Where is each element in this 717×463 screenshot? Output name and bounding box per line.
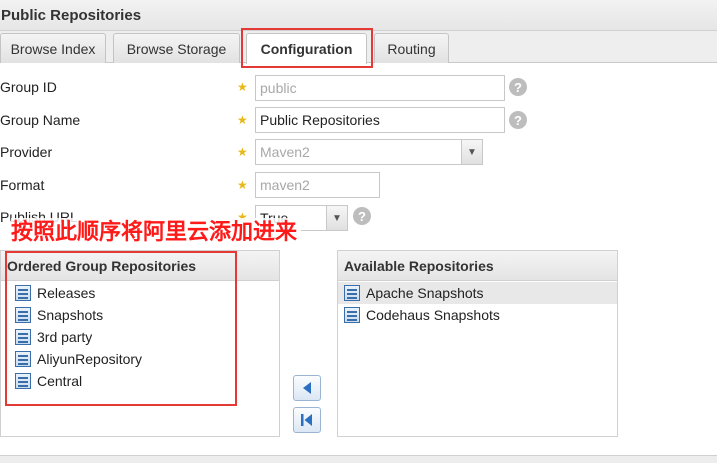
repository-icon (15, 373, 31, 389)
repo-name: 3rd party (37, 329, 93, 345)
window-title-bar: Public Repositories (0, 0, 717, 31)
repository-icon (15, 351, 31, 367)
list-item[interactable]: Releases (1, 282, 279, 304)
help-icon[interactable]: ? (509, 111, 527, 129)
list-item[interactable]: Snapshots (1, 304, 279, 326)
repo-name: Central (37, 373, 83, 389)
footer-divider (0, 455, 717, 463)
list-item[interactable]: 3rd party (1, 326, 279, 348)
format-field: maven2 (255, 172, 380, 198)
arrow-left-end-icon (301, 414, 312, 426)
required-star-icon: ★ (237, 178, 248, 192)
ordered-panel-header: Ordered Group Repositories (1, 251, 279, 281)
repo-name: Snapshots (37, 307, 104, 323)
required-star-icon: ★ (237, 80, 248, 94)
list-item[interactable]: Central (1, 370, 279, 392)
repository-icon (15, 307, 31, 323)
window-title: Public Repositories (1, 7, 142, 24)
provider-value: Maven2 (260, 144, 310, 160)
tab-strip: Browse Index Browse Storage Configuratio… (0, 31, 717, 64)
repository-icon (15, 285, 31, 301)
format-label: Format (0, 177, 45, 193)
repo-name: Codehaus Snapshots (366, 307, 500, 323)
chevron-down-icon[interactable]: ▼ (326, 206, 347, 230)
provider-select: Maven2 (255, 139, 483, 165)
move-left-button[interactable] (293, 375, 321, 401)
required-star-icon: ★ (237, 113, 248, 127)
group-id-label: Group ID (0, 79, 57, 95)
repository-icon (344, 307, 360, 323)
list-item[interactable]: Codehaus Snapshots (338, 304, 617, 326)
repo-name: Releases (37, 285, 96, 301)
available-panel-header: Available Repositories (338, 251, 617, 281)
tab-browse-storage[interactable]: Browse Storage (113, 33, 240, 63)
group-name-label: Group Name (0, 112, 81, 128)
annotation-text: 按照此顺序将阿里云添加进来 (11, 218, 302, 248)
group-id-field: public (255, 75, 505, 101)
repository-icon (344, 285, 360, 301)
arrow-left-icon (303, 382, 311, 394)
repo-name: AliyunRepository (37, 351, 143, 367)
tab-browse-index[interactable]: Browse Index (0, 33, 106, 63)
chevron-down-icon: ▼ (461, 140, 482, 164)
provider-label: Provider (0, 144, 53, 160)
tab-routing[interactable]: Routing (374, 33, 449, 63)
help-icon[interactable]: ? (509, 78, 527, 96)
list-item[interactable]: Apache Snapshots (338, 282, 617, 304)
ordered-group-repositories-panel: Ordered Group Repositories Releases Snap… (0, 250, 280, 437)
list-item[interactable]: AliyunRepository (1, 348, 279, 370)
move-to-top-button[interactable] (293, 407, 321, 433)
available-repositories-panel: Available Repositories Apache Snapshots … (337, 250, 618, 437)
repo-name: Apache Snapshots (366, 285, 484, 301)
help-icon[interactable]: ? (353, 207, 371, 225)
tab-configuration[interactable]: Configuration (246, 33, 367, 64)
repository-icon (15, 329, 31, 345)
group-name-field[interactable]: Public Repositories (255, 107, 505, 133)
required-star-icon: ★ (237, 145, 248, 159)
